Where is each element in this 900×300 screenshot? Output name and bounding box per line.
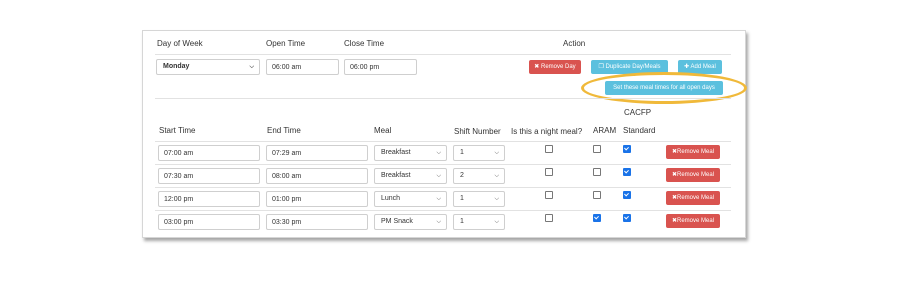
remove-meal-button[interactable]: ✖Remove Meal xyxy=(666,168,720,182)
remove-day-button[interactable]: ✖ Remove Day xyxy=(529,60,581,74)
cacfp-standard-checkbox[interactable] xyxy=(623,145,631,153)
remove-meal-button[interactable]: ✖Remove Meal xyxy=(666,145,720,159)
cacfp-standard-checkbox[interactable] xyxy=(623,214,631,222)
meal-type-select[interactable]: Breakfast ⌵ xyxy=(374,145,447,161)
remove-meal-label: Remove Meal xyxy=(677,172,715,178)
header-aram: ARAM xyxy=(593,126,617,135)
highlight-circle xyxy=(581,72,747,104)
day-of-week-value: Monday xyxy=(163,63,190,70)
chevron-down-icon: ⌵ xyxy=(494,196,499,202)
header-close-time: Close Time xyxy=(344,39,385,48)
divider xyxy=(155,210,731,211)
header-night-meal: Is this a night meal? xyxy=(511,127,583,136)
meal-type-value: PM Snack xyxy=(381,218,413,225)
start-time-input[interactable]: 07:30 am xyxy=(158,168,260,184)
chevron-down-icon: ⌵ xyxy=(249,64,254,70)
aram-checkbox[interactable] xyxy=(593,214,601,222)
shift-number-value: 2 xyxy=(460,172,464,179)
chevron-down-icon: ⌵ xyxy=(436,196,441,202)
end-time-input[interactable]: 01:00 pm xyxy=(266,191,368,207)
shift-number-select[interactable]: 1 ⌵ xyxy=(453,145,505,161)
duplicate-label: Duplicate Day/Meals xyxy=(605,64,661,70)
night-meal-checkbox[interactable] xyxy=(545,191,553,199)
start-time-input[interactable]: 12:00 pm xyxy=(158,191,260,207)
meal-type-select[interactable]: Breakfast ⌵ xyxy=(374,168,447,184)
end-time-input[interactable]: 08:00 am xyxy=(266,168,368,184)
meal-type-value: Breakfast xyxy=(381,172,411,179)
remove-meal-button[interactable]: ✖Remove Meal xyxy=(666,191,720,205)
end-time-input[interactable]: 07:29 am xyxy=(266,145,368,161)
shift-number-select[interactable]: 1 ⌵ xyxy=(453,214,505,230)
shift-number-value: 1 xyxy=(460,195,464,202)
divider xyxy=(155,54,731,55)
plus-icon: ✚ xyxy=(684,64,690,70)
shift-number-value: 1 xyxy=(460,218,464,225)
header-start-time: Start Time xyxy=(159,126,196,135)
end-time-input[interactable]: 03:30 pm xyxy=(266,214,368,230)
shift-number-value: 1 xyxy=(460,149,464,156)
meal-type-value: Lunch xyxy=(381,195,401,202)
start-time-input[interactable]: 07:00 am xyxy=(158,145,260,161)
remove-meal-label: Remove Meal xyxy=(677,195,715,201)
start-time-input[interactable]: 03:00 pm xyxy=(158,214,260,230)
header-action: Action xyxy=(563,39,586,48)
open-time-input[interactable]: 06:00 am xyxy=(266,59,339,75)
day-of-week-select[interactable]: Monday ⌵ xyxy=(156,59,260,75)
remove-meal-button[interactable]: ✖Remove Meal xyxy=(666,214,720,228)
meal-type-select[interactable]: Lunch ⌵ xyxy=(374,191,447,207)
shift-number-select[interactable]: 2 ⌵ xyxy=(453,168,505,184)
night-meal-checkbox[interactable] xyxy=(545,214,553,222)
chevron-down-icon: ⌵ xyxy=(494,150,499,156)
aram-checkbox[interactable] xyxy=(593,168,601,176)
close-time-input[interactable]: 06:00 pm xyxy=(344,59,417,75)
header-cacfp-standard: Standard xyxy=(623,126,656,135)
remove-meal-label: Remove Meal xyxy=(677,149,715,155)
cacfp-standard-checkbox[interactable] xyxy=(623,191,631,199)
chevron-down-icon: ⌵ xyxy=(436,150,441,156)
chevron-down-icon: ⌵ xyxy=(494,173,499,179)
divider xyxy=(155,164,731,165)
meal-type-select[interactable]: PM Snack ⌵ xyxy=(374,214,447,230)
cacfp-standard-checkbox[interactable] xyxy=(623,168,631,176)
header-meal: Meal xyxy=(374,126,392,135)
aram-checkbox[interactable] xyxy=(593,145,601,153)
night-meal-checkbox[interactable] xyxy=(545,145,553,153)
divider xyxy=(155,187,731,188)
divider xyxy=(155,98,731,99)
aram-checkbox[interactable] xyxy=(593,191,601,199)
remove-day-label: Remove Day xyxy=(541,64,576,70)
chevron-down-icon: ⌵ xyxy=(436,173,441,179)
meal-type-value: Breakfast xyxy=(381,149,411,156)
chevron-down-icon: ⌵ xyxy=(494,219,499,225)
night-meal-checkbox[interactable] xyxy=(545,168,553,176)
header-end-time: End Time xyxy=(267,126,301,135)
times-icon: ✖ xyxy=(534,64,540,70)
remove-meal-label: Remove Meal xyxy=(677,218,715,224)
shift-number-select[interactable]: 1 ⌵ xyxy=(453,191,505,207)
chevron-down-icon: ⌵ xyxy=(436,219,441,225)
header-shift-number: Shift Number xyxy=(454,127,501,136)
divider xyxy=(155,141,731,142)
add-meal-label: Add Meal xyxy=(690,64,716,70)
header-cacfp: CACFP xyxy=(624,108,652,117)
header-day-of-week: Day of Week xyxy=(157,39,203,48)
header-open-time: Open Time xyxy=(266,39,306,48)
copy-icon: ❐ xyxy=(598,64,604,70)
